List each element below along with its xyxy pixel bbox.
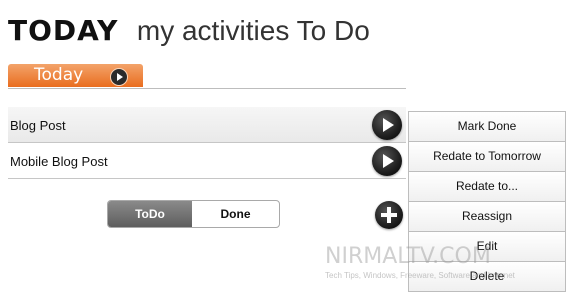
app-brand: TODAY	[8, 14, 119, 47]
task-label: Blog Post	[10, 118, 66, 133]
tab-bar: Today	[8, 64, 406, 89]
todo-done-toggle: ToDo Done	[107, 200, 280, 228]
app-header: TODAY my activities To Do	[8, 14, 370, 54]
play-icon[interactable]	[110, 68, 128, 86]
tab-today[interactable]: Today	[8, 64, 143, 87]
play-icon[interactable]	[372, 110, 402, 140]
task-label: Mobile Blog Post	[10, 154, 108, 169]
menu-delete[interactable]: Delete	[408, 262, 566, 292]
play-icon[interactable]	[372, 146, 402, 176]
task-row-mobile-blog-post[interactable]: Mobile Blog Post	[8, 143, 406, 179]
menu-edit[interactable]: Edit	[408, 232, 566, 262]
task-context-menu: Mark Done Redate to Tomorrow Redate to..…	[408, 111, 566, 292]
menu-reassign[interactable]: Reassign	[408, 202, 566, 232]
todo-segment[interactable]: ToDo	[108, 201, 192, 227]
done-segment[interactable]: Done	[192, 201, 279, 227]
task-row-blog-post[interactable]: Blog Post	[8, 107, 406, 143]
menu-redate-tomorrow[interactable]: Redate to Tomorrow	[408, 142, 566, 172]
menu-redate-to[interactable]: Redate to...	[408, 172, 566, 202]
menu-mark-done[interactable]: Mark Done	[408, 111, 566, 142]
plus-icon[interactable]	[375, 201, 403, 229]
task-list: Blog Post Mobile Blog Post	[8, 107, 406, 179]
app-subtitle: my activities To Do	[136, 15, 370, 46]
tab-today-label: Today	[34, 65, 84, 85]
